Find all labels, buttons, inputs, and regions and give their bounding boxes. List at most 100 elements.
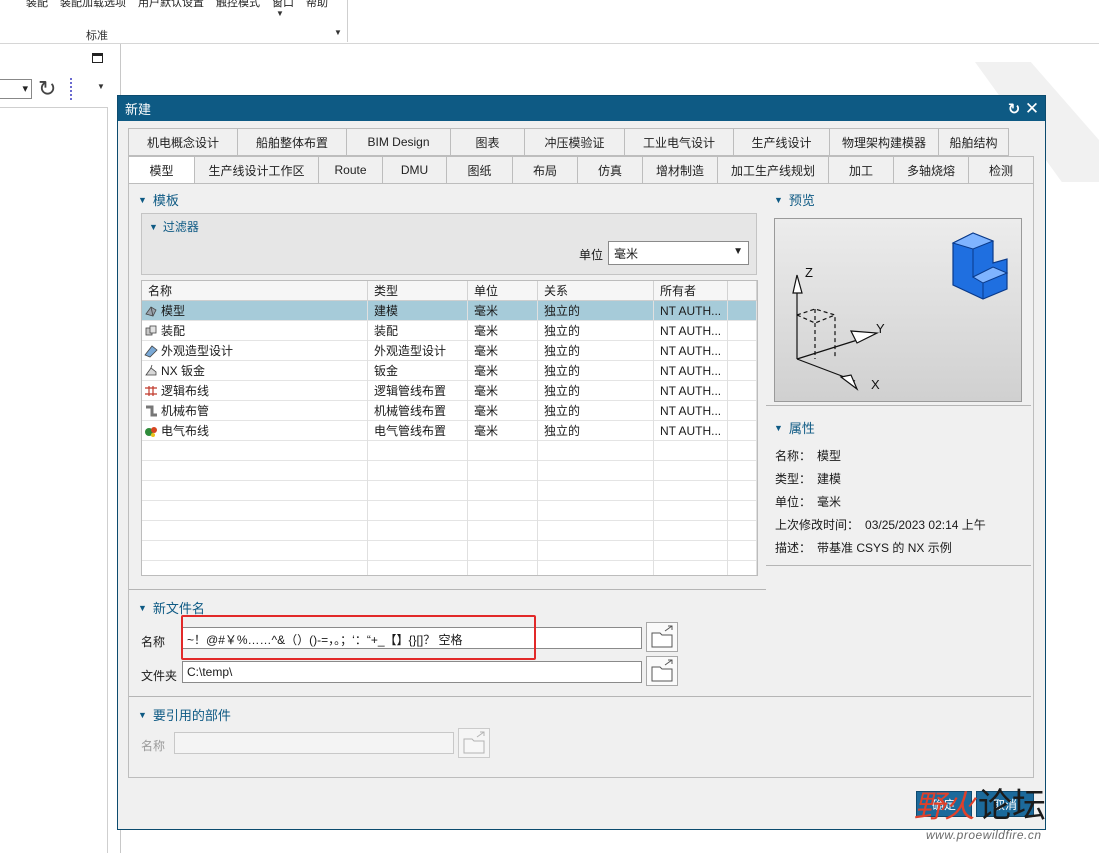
template-section-header[interactable]: ▼ 模板 <box>138 190 179 209</box>
maximize-icon[interactable] <box>92 53 103 63</box>
ok-button[interactable]: 确定 <box>916 791 972 817</box>
row-relation: 独立的 <box>538 301 654 321</box>
tab-route[interactable]: Route <box>319 156 383 184</box>
row-unit: 毫米 <box>468 381 538 401</box>
ribbon-separator <box>347 0 348 42</box>
folder-label: 文件夹 <box>141 669 178 683</box>
tab-ship-general-arrangement[interactable]: 船舶整体布置 <box>238 128 347 156</box>
unit-select[interactable]: 毫米 ▼ <box>608 241 749 265</box>
ribbon-item-assembly[interactable]: 装配 <box>20 0 54 10</box>
tab-simulation[interactable]: 仿真 <box>578 156 643 184</box>
row-unit: 毫米 <box>468 401 538 421</box>
table-row[interactable]: 机械布管 机械管线布置 毫米 独立的 NT AUTH... <box>142 401 757 421</box>
tab-mechatronics[interactable]: 机电概念设计 <box>128 128 238 156</box>
column-header-type[interactable]: 类型 <box>368 281 468 301</box>
ribbon-item-assembly-load-options[interactable]: 装配加载选项 <box>54 0 132 10</box>
divider <box>129 696 1031 697</box>
assembly-icon <box>145 325 157 336</box>
filter-combo[interactable] <box>0 79 32 99</box>
tab-manufacturing[interactable]: 加工 <box>829 156 894 184</box>
collapse-icon: ▼ <box>138 709 147 720</box>
tab-additive-manufacturing[interactable]: 增材制造 <box>643 156 718 184</box>
divider <box>0 107 108 108</box>
row-name: 外观造型设计 <box>161 344 234 358</box>
tab-inspection[interactable]: 检测 <box>969 156 1034 184</box>
table-header-row: 名称 类型 单位 关系 所有者 <box>142 281 757 301</box>
tree-view-icon[interactable] <box>70 78 84 100</box>
tab-model[interactable]: 模型 <box>128 156 195 184</box>
row-name: 模型 <box>161 304 186 318</box>
tab-dmu[interactable]: DMU <box>383 156 447 184</box>
dialog-titlebar[interactable]: 新建 ↻ ✕ <box>118 96 1045 121</box>
table-row[interactable]: 电气布线 电气管线布置 毫米 独立的 NT AUTH... <box>142 421 757 441</box>
chevron-down-icon[interactable]: ▼ <box>97 82 105 91</box>
tab-die-validation[interactable]: 冲压模验证 <box>525 128 625 156</box>
column-header-owner[interactable]: 所有者 <box>654 281 728 301</box>
chevron-down-icon[interactable]: ▼ <box>276 9 284 18</box>
tab-bim-design[interactable]: BIM Design <box>347 128 451 156</box>
table-row[interactable]: 外观造型设计 外观造型设计 毫米 独立的 NT AUTH... <box>142 341 757 361</box>
tab-line-designer[interactable]: 生产线设计 <box>734 128 830 156</box>
column-header-relation[interactable]: 关系 <box>538 281 654 301</box>
ribbon-item-touch-mode[interactable]: 触控模式 <box>210 0 266 10</box>
table-row[interactable]: 逻辑布线 逻辑管线布置 毫米 独立的 NT AUTH... <box>142 381 757 401</box>
table-row[interactable]: 模型 建模 毫米 独立的 NT AUTH... <box>142 301 757 321</box>
cancel-button[interactable]: 取消 <box>976 791 1034 817</box>
new-file-section-header[interactable]: ▼ 新文件名 <box>138 598 205 617</box>
row-relation: 独立的 <box>538 381 654 401</box>
browse-name-button[interactable] <box>646 622 678 652</box>
part-navigator-panel: ↻ ▼ <box>0 44 121 853</box>
row-name: 机械布管 <box>161 404 210 418</box>
empty-row <box>142 501 757 521</box>
tab-row-2: 模型 生产线设计工作区 Route DMU 图纸 布局 仿真 增材制造 加工生产… <box>128 156 1034 184</box>
row-relation: 独立的 <box>538 421 654 441</box>
browse-reference-button[interactable] <box>458 728 490 758</box>
tab-drawing[interactable]: 图纸 <box>447 156 513 184</box>
column-header-empty <box>728 281 757 301</box>
divider <box>129 589 766 590</box>
preview-axis-z: Z <box>805 265 813 280</box>
row-unit: 毫米 <box>468 421 538 441</box>
empty-row <box>142 541 757 561</box>
tab-content: ▼ 模板 ▼ 过滤器 单位 毫米 ▼ 名称 类型 单位 关系 所有者 模型 建模… <box>128 183 1034 778</box>
tab-multiaxis-deposition[interactable]: 多轴烧熔 <box>894 156 969 184</box>
filter-section-header[interactable]: ▼ 过滤器 <box>149 218 199 235</box>
file-name-input[interactable]: ~！@#￥%……^&（）()-=，。；‘：“+_【】{}[]？ 空格 <box>182 627 642 649</box>
row-type: 机械管线布置 <box>368 401 468 421</box>
properties-section-header[interactable]: ▼ 属性 <box>774 418 815 437</box>
row-relation: 独立的 <box>538 341 654 361</box>
tab-layout[interactable]: 布局 <box>513 156 578 184</box>
column-header-unit[interactable]: 单位 <box>468 281 538 301</box>
ribbon-group-label: 标准 <box>86 30 108 42</box>
row-type: 装配 <box>368 321 468 341</box>
column-header-name[interactable]: 名称 <box>142 281 368 301</box>
row-type: 钣金 <box>368 361 468 381</box>
tab-physical-architecture[interactable]: 物理架构建模器 <box>830 128 939 156</box>
tab-industrial-electrical[interactable]: 工业电气设计 <box>625 128 734 156</box>
reference-name-input[interactable] <box>174 732 454 754</box>
open-folder-icon <box>463 731 485 754</box>
folder-input[interactable]: C:\temp\ <box>182 661 642 683</box>
row-unit: 毫米 <box>468 361 538 381</box>
reset-icon[interactable]: ↻ <box>1005 100 1023 118</box>
ribbon-item-help[interactable]: 帮助 <box>300 0 334 10</box>
property-row: 名称： 模型 <box>775 449 842 463</box>
collapse-icon: ▼ <box>138 602 147 613</box>
close-icon[interactable]: ✕ <box>1023 99 1041 119</box>
tab-line-planning[interactable]: 加工生产线规划 <box>718 156 829 184</box>
tab-line-designer-workspace[interactable]: 生产线设计工作区 <box>195 156 319 184</box>
property-row: 描述： 带基准 CSYS 的 NX 示例 <box>775 541 952 555</box>
tab-diagram[interactable]: 图表 <box>451 128 525 156</box>
preview-axis-x: X <box>871 377 880 392</box>
table-row[interactable]: 装配 装配 毫米 独立的 NT AUTH... <box>142 321 757 341</box>
preview-section-header[interactable]: ▼ 预览 <box>774 190 815 209</box>
ribbon-item-user-defaults[interactable]: 用户默认设置 <box>132 0 210 10</box>
empty-row <box>142 481 757 501</box>
browse-folder-button[interactable] <box>646 656 678 686</box>
tab-ship-structure[interactable]: 船舶结构 <box>939 128 1009 156</box>
reference-part-section-header[interactable]: ▼ 要引用的部件 <box>138 705 231 724</box>
refresh-icon[interactable]: ↻ <box>38 76 56 102</box>
ribbon-group-dropdown-icon[interactable]: ▼ <box>334 28 342 37</box>
sheet-metal-icon <box>145 364 157 376</box>
table-row[interactable]: NX 钣金 钣金 毫米 独立的 NT AUTH... <box>142 361 757 381</box>
